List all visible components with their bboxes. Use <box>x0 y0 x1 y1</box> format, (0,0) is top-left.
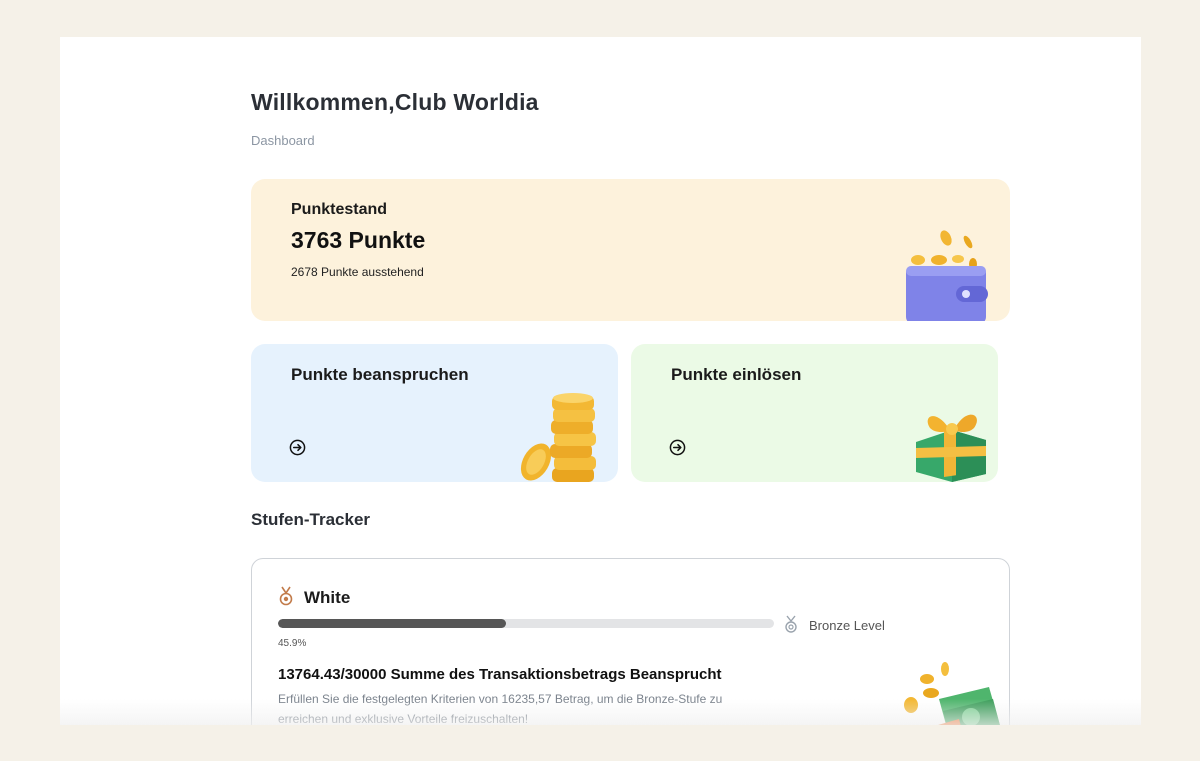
section-title-tier-tracker: Stufen-Tracker <box>251 510 371 529</box>
tier-progress-fill <box>278 619 506 628</box>
tier-progress-bar <box>278 619 774 628</box>
redeem-points-title: Punkte einlösen <box>671 365 802 384</box>
points-balance-label: Punktestand <box>291 201 388 218</box>
points-pending-text: 2678 Punkte ausstehend <box>291 265 424 279</box>
main-panel: Willkommen,Club Worldia Dashboard Punkte… <box>60 37 1141 725</box>
gift-box-icon <box>916 414 986 482</box>
coin-stack-icon <box>520 393 596 482</box>
points-balance-card: Punktestand 3763 Punkte 2678 Punkte auss… <box>251 179 1010 321</box>
medal-icon <box>279 586 293 606</box>
tier-requirement-text: 13764.43/30000 Summe des Transaktionsbet… <box>278 666 722 683</box>
tier-description: Erfüllen Sie die festgelegten Kriterien … <box>278 692 723 725</box>
tier-progress-percent: 45.9% <box>278 638 307 649</box>
redeem-points-card[interactable]: Punkte einlösen <box>631 344 998 482</box>
tier-tracker-card: White 45.9% Bronze Level 13764.43/30000 … <box>251 558 1010 725</box>
breadcrumb[interactable]: Dashboard <box>251 133 315 148</box>
next-tier-label: Bronze Level <box>809 618 885 633</box>
arrow-right-circle-icon[interactable] <box>289 439 306 456</box>
wallet-coins-icon <box>906 230 988 321</box>
money-coins-icon <box>904 662 1000 725</box>
points-balance-value: 3763 Punkte <box>291 227 426 253</box>
arrow-right-circle-icon[interactable] <box>669 439 686 456</box>
current-tier-name: White <box>304 588 351 607</box>
claim-points-card[interactable]: Punkte beanspruchen <box>251 344 618 482</box>
medal-icon <box>785 615 797 633</box>
claim-points-title: Punkte beanspruchen <box>291 365 469 384</box>
page-title: Willkommen,Club Worldia <box>251 89 539 115</box>
